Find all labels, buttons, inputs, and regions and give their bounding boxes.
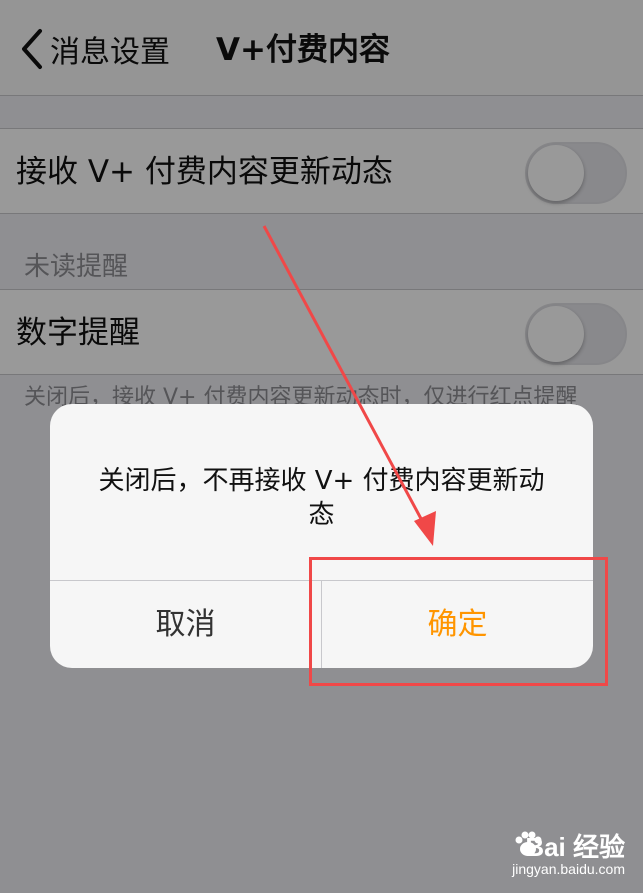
- baidu-jingyan-watermark: Bai 经验 jingyan.baidu.com: [465, 825, 625, 881]
- watermark-url: jingyan.baidu.com: [512, 861, 625, 877]
- cancel-button[interactable]: 取消: [50, 581, 321, 668]
- annotation-highlight-box: [309, 557, 608, 686]
- watermark-logo-text: Bai 经验: [525, 832, 625, 862]
- alert-message: 关闭后，不再接收 V+ 付费内容更新动态: [98, 466, 545, 530]
